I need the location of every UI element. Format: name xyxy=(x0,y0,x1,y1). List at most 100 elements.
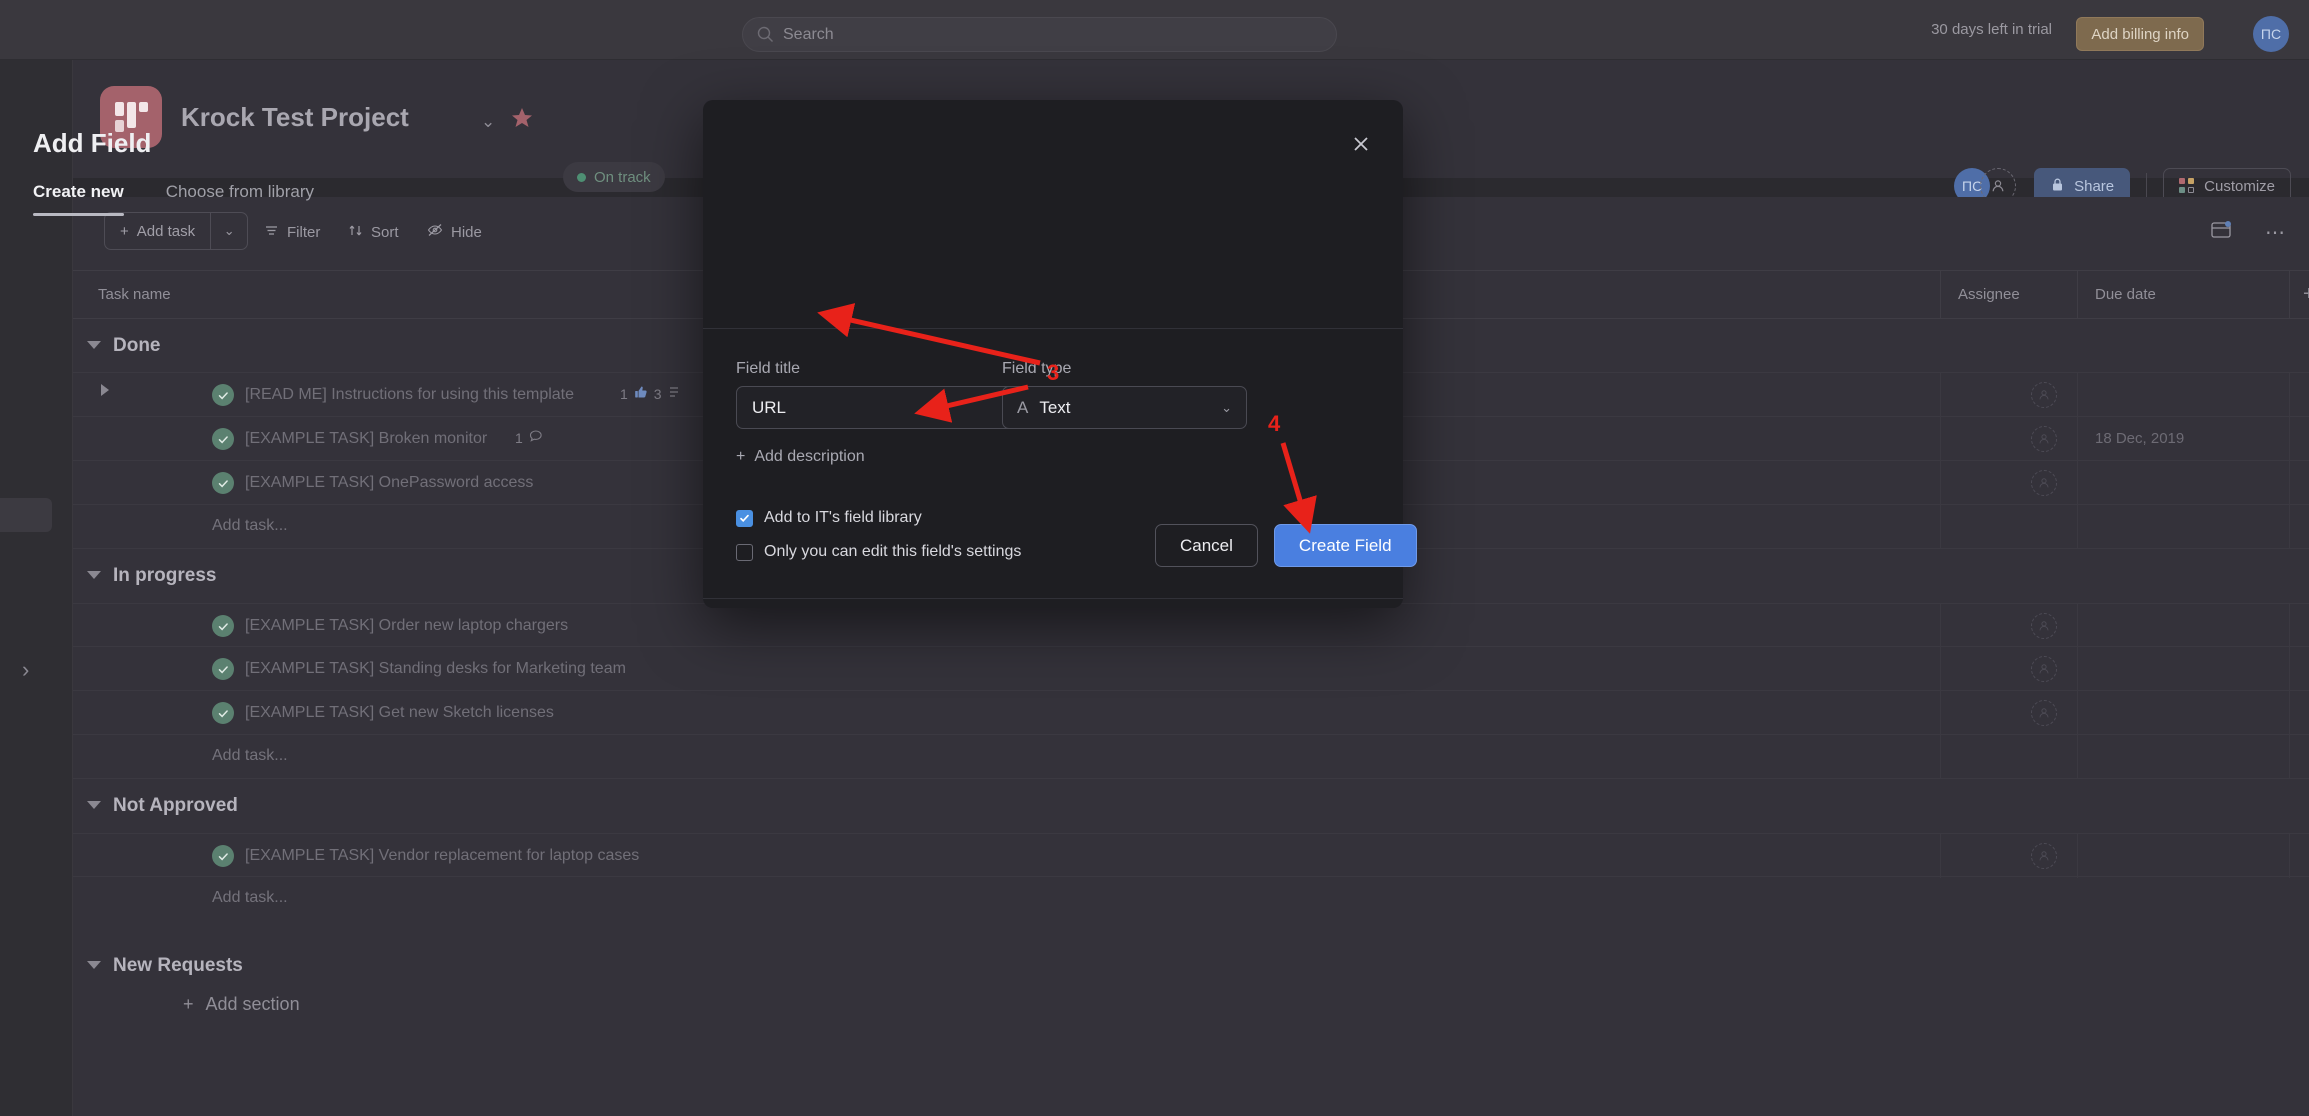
assignee-cell[interactable] xyxy=(2031,843,2057,869)
star-icon[interactable] xyxy=(510,106,534,135)
lock-icon xyxy=(2050,177,2065,196)
add-task-label: Add task xyxy=(136,222,196,240)
comment-count-value: 1 xyxy=(515,429,523,446)
column-header-assignee[interactable]: Assignee xyxy=(1958,286,2020,303)
close-icon[interactable] xyxy=(1347,130,1375,158)
page-title: Krock Test Project xyxy=(181,102,409,132)
complete-task-icon[interactable] xyxy=(212,845,234,867)
only-you-edit-checkbox-row[interactable]: Only you can edit this field's settings xyxy=(736,543,1021,561)
grid-icon xyxy=(2179,178,2195,194)
field-type-value: Text xyxy=(1039,397,1071,417)
assignee-cell[interactable] xyxy=(2031,426,2057,452)
assignee-cell[interactable] xyxy=(2031,613,2057,639)
sidebar-collapsed-chip[interactable] xyxy=(0,498,52,532)
task-name[interactable]: [EXAMPLE TASK] Order new laptop chargers xyxy=(245,617,568,635)
column-divider xyxy=(1940,271,1941,319)
column-header-task-name[interactable]: Task name xyxy=(98,286,171,303)
tab-create-new[interactable]: Create new xyxy=(33,182,124,216)
chevron-down-icon[interactable]: ⌄ xyxy=(481,112,495,132)
add-section-button[interactable]: + Add section xyxy=(183,994,300,1015)
create-field-button[interactable]: Create Field xyxy=(1273,524,1417,567)
task-like-count: 1 3 xyxy=(620,385,682,402)
hide-label: Hide xyxy=(451,223,482,241)
field-title-label: Field title xyxy=(736,360,801,377)
disclosure-triangle-icon[interactable] xyxy=(101,384,109,396)
plus-icon: + xyxy=(120,222,129,240)
filter-label: Filter xyxy=(287,223,321,241)
hide-button[interactable]: Hide xyxy=(427,220,482,244)
complete-task-icon[interactable] xyxy=(212,384,234,406)
section-title: Done xyxy=(113,335,161,356)
field-type-select[interactable]: A Text ⌄ xyxy=(1002,386,1247,429)
add-task-button-group[interactable]: + Add task ⌄ xyxy=(104,212,249,250)
complete-task-icon[interactable] xyxy=(212,428,234,450)
add-task-row[interactable]: Add task... xyxy=(73,735,2309,779)
task-name[interactable]: [EXAMPLE TASK] Broken monitor xyxy=(245,430,487,448)
assignee-cell[interactable] xyxy=(2031,656,2057,682)
complete-task-icon[interactable] xyxy=(212,702,234,724)
table-row[interactable]: [EXAMPLE TASK] Order new laptop chargers xyxy=(73,603,2309,648)
task-name[interactable]: [EXAMPLE TASK] Standing desks for Market… xyxy=(245,660,626,678)
section-title: New Requests xyxy=(113,955,243,976)
section-header-row[interactable]: New Requests xyxy=(73,939,2309,993)
checkbox-icon[interactable] xyxy=(736,543,753,561)
left-sidebar-rail: › xyxy=(0,60,73,1116)
assignee-cell[interactable] xyxy=(2031,470,2057,496)
chevron-down-icon[interactable] xyxy=(87,801,101,809)
assignee-cell[interactable] xyxy=(2031,700,2057,726)
complete-task-icon[interactable] xyxy=(212,615,234,637)
complete-task-icon[interactable] xyxy=(212,472,234,494)
sidebar-expand-icon[interactable]: › xyxy=(22,657,42,683)
status-badge[interactable]: On track xyxy=(563,162,665,192)
field-library-checkbox-row[interactable]: Add to IT's field library xyxy=(736,509,922,527)
table-row[interactable]: [EXAMPLE TASK] Vendor replacement for la… xyxy=(73,833,2309,878)
more-options-button[interactable]: ⋯ xyxy=(2265,220,2287,245)
filter-icon xyxy=(264,223,279,242)
modal-title: Add Field xyxy=(33,128,152,158)
chevron-down-icon: ⌄ xyxy=(1221,399,1232,415)
section-title: In progress xyxy=(113,565,217,586)
complete-task-icon[interactable] xyxy=(212,658,234,680)
text-type-icon: A xyxy=(1017,397,1029,417)
add-task-placeholder: Add task... xyxy=(212,889,288,906)
task-name[interactable]: [EXAMPLE TASK] Get new Sketch licenses xyxy=(245,704,554,722)
chevron-down-icon[interactable] xyxy=(87,961,101,969)
divider xyxy=(703,328,1403,329)
checkbox-icon[interactable] xyxy=(736,509,753,527)
thumbs-up-icon xyxy=(634,385,648,402)
add-column-button[interactable]: + xyxy=(2303,283,2309,306)
search-placeholder: Search xyxy=(783,25,834,43)
status-dot-icon xyxy=(577,172,586,182)
plus-icon: + xyxy=(183,994,194,1014)
avatar[interactable]: ПС xyxy=(2253,16,2289,52)
add-task-placeholder: Add task... xyxy=(212,747,288,764)
table-row[interactable]: [EXAMPLE TASK] Get new Sketch licenses xyxy=(73,691,2309,735)
add-billing-info-button[interactable]: Add billing info xyxy=(2076,17,2204,51)
add-task-button[interactable]: + Add task xyxy=(105,213,210,249)
export-icon[interactable] xyxy=(2209,218,2233,247)
add-task-dropdown-button[interactable]: ⌄ xyxy=(210,213,247,249)
chevron-down-icon[interactable] xyxy=(87,571,101,579)
filter-button[interactable]: Filter xyxy=(264,220,320,244)
search-input[interactable]: Search xyxy=(742,17,1337,52)
chevron-down-icon[interactable] xyxy=(87,341,101,349)
tab-label: Create new xyxy=(33,182,124,201)
due-date-cell[interactable]: 18 Dec, 2019 xyxy=(2095,430,2184,447)
tab-label: Choose from library xyxy=(165,182,315,201)
add-task-row[interactable]: Add task... xyxy=(73,877,2309,921)
task-name[interactable]: [EXAMPLE TASK] OnePassword access xyxy=(245,474,533,492)
tab-choose-from-library[interactable]: Choose from library xyxy=(166,182,314,216)
modal-footer-buttons: Cancel Create Field xyxy=(1155,524,1417,567)
assignee-cell[interactable] xyxy=(2031,382,2057,408)
sort-button[interactable]: Sort xyxy=(348,220,399,244)
task-name[interactable]: [EXAMPLE TASK] Vendor replacement for la… xyxy=(245,847,639,865)
cancel-button[interactable]: Cancel xyxy=(1155,524,1258,567)
plus-icon: + xyxy=(736,448,746,465)
task-name[interactable]: [READ ME] Instructions for using this te… xyxy=(245,386,574,404)
column-header-due-date[interactable]: Due date xyxy=(2095,286,2156,303)
annotation-number-4: 4 xyxy=(1268,411,1281,436)
section-header-row[interactable]: Not Approved xyxy=(73,779,2309,833)
table-row[interactable]: [EXAMPLE TASK] Standing desks for Market… xyxy=(73,647,2309,691)
divider xyxy=(703,598,1403,599)
add-description-button[interactable]: + Add description xyxy=(736,448,865,466)
